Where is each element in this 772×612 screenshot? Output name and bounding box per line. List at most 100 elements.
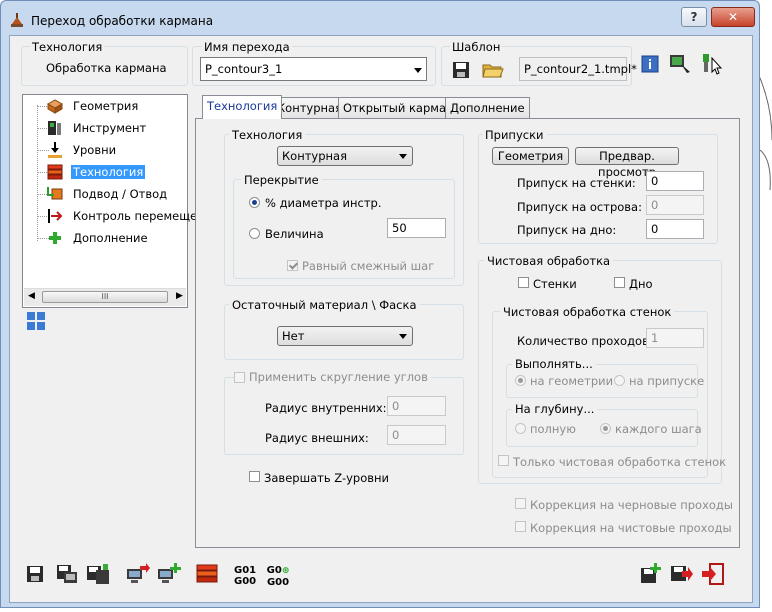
operation-name-value: P_contour3_1 xyxy=(205,62,283,76)
depth-title: На глубину... xyxy=(512,402,598,416)
tab-open-pocket[interactable]: Открытый карман xyxy=(338,97,459,118)
rough-correction-label: Коррекция на черновые проходы xyxy=(530,498,733,512)
depth-full-radio[interactable] xyxy=(515,423,526,434)
tree-item-label: Дополнение xyxy=(73,231,148,245)
depth-each-step-radio[interactable] xyxy=(600,423,611,434)
tab-technology[interactable]: Технология xyxy=(202,95,283,119)
operation-name-label: Имя перехода xyxy=(202,40,292,54)
levels-icon xyxy=(48,142,62,158)
tree-horizontal-scrollbar[interactable]: ◀ III ▶ xyxy=(24,288,186,306)
finish-walls-checkbox[interactable] xyxy=(518,277,529,288)
strategy-select[interactable]: Контурная xyxy=(277,146,413,166)
finish-correction-checkbox[interactable] xyxy=(515,521,526,532)
finish-walls-label: Стенки xyxy=(533,277,577,291)
rough-correction-checkbox[interactable] xyxy=(515,498,526,509)
finish-floor-checkbox[interactable] xyxy=(614,277,625,288)
window-title: Переход обработки кармана xyxy=(31,14,214,28)
operation-name-combo[interactable]: P_contour3_1 xyxy=(200,57,427,81)
title-bar: Переход обработки кармана ? ✕ xyxy=(1,1,759,35)
overlap-value-input[interactable]: 50 xyxy=(387,218,446,238)
floor-allowance-label: Припуск на дно: xyxy=(517,223,617,237)
exit-icon[interactable] xyxy=(701,563,725,585)
equal-step-checkbox[interactable] xyxy=(287,260,298,271)
scroll-right-icon[interactable]: ▶ xyxy=(176,291,183,301)
g01-g00-button[interactable]: G01 G00 xyxy=(234,565,256,587)
app-icon xyxy=(11,13,23,27)
perform-on-geometry-label: на геометрии xyxy=(530,374,614,388)
geometry-button[interactable]: Геометрия xyxy=(492,147,569,165)
outer-radius-input[interactable]: 0 xyxy=(387,425,446,445)
save-as-icon[interactable] xyxy=(56,564,78,584)
finish-z-levels-checkbox[interactable] xyxy=(249,471,260,482)
close-button[interactable]: ✕ xyxy=(711,7,755,27)
island-allowance-input[interactable]: 0 xyxy=(646,195,704,215)
save-new-icon[interactable] xyxy=(640,563,662,585)
overlap-title: Перекрытие xyxy=(241,173,322,187)
chevron-down-icon xyxy=(399,154,407,159)
finish-correction-label: Коррекция на чистовые проходы xyxy=(530,521,732,535)
tree-item-label: Технология xyxy=(71,165,146,179)
tree-item-label: Контроль перемеще xyxy=(73,209,198,223)
corner-rounding-checkbox[interactable] xyxy=(234,372,245,383)
technology-label: Технология xyxy=(30,40,105,54)
tab-addition[interactable]: Дополнение xyxy=(445,97,530,118)
template-name-field: P_contour2_1.tmpl* xyxy=(519,57,637,81)
overlap-value-label: Величина xyxy=(265,227,324,241)
add-operation-icon[interactable] xyxy=(157,563,181,585)
help-button[interactable]: ? xyxy=(681,7,707,27)
only-wall-finish-checkbox[interactable] xyxy=(498,455,509,466)
tab-contour[interactable]: Контурная xyxy=(272,97,348,118)
preview-button[interactable]: Предвар. просмотр xyxy=(575,147,679,179)
perform-title: Выполнять... xyxy=(512,357,596,371)
g0-label: G0 xyxy=(266,565,282,576)
only-wall-finish-label: Только чистовая обработка стенок xyxy=(513,455,727,469)
tree-item-label: Уровни xyxy=(73,143,117,157)
technology-icon xyxy=(47,164,63,180)
corner-rounding-title: Применить скругление углов xyxy=(246,370,431,384)
inner-radius-label: Радиус внутренних: xyxy=(265,401,387,415)
tree-item-label: Геометрия xyxy=(73,99,139,113)
save-icon[interactable] xyxy=(26,565,44,583)
chevron-down-icon xyxy=(414,68,422,73)
geometry-icon xyxy=(47,99,63,114)
wall-allowance-input[interactable]: 0 xyxy=(646,171,704,191)
equal-step-label: Равный смежный шаг xyxy=(302,259,435,273)
tree-item-label: Подвод / Отвод xyxy=(73,187,168,201)
g0-g00-button[interactable]: G0⊕ G00 xyxy=(266,565,290,588)
save-to-library-icon[interactable] xyxy=(86,563,110,585)
scroll-left-icon[interactable]: ◀ xyxy=(28,291,35,301)
wall-finish-title: Чистовая обработка стенок xyxy=(500,305,675,319)
depth-full-label: полную xyxy=(530,422,576,436)
save-template-icon[interactable] xyxy=(452,61,470,79)
passes-input[interactable]: 1 xyxy=(646,328,704,348)
g00-label-2: G00 xyxy=(266,577,290,588)
select-cursor-icon[interactable] xyxy=(700,52,726,76)
remaining-material-select[interactable]: Нет xyxy=(277,326,413,346)
tech-group-title: Технология xyxy=(229,128,306,142)
scroll-thumb[interactable]: III xyxy=(42,291,168,303)
tool-database-icon[interactable] xyxy=(669,52,691,74)
technology-layers-icon[interactable] xyxy=(195,563,219,585)
layout-grid-icon[interactable] xyxy=(26,311,46,331)
g00-label: G00 xyxy=(234,576,257,587)
motion-control-icon xyxy=(48,209,63,223)
perform-on-allowance-radio[interactable] xyxy=(614,375,625,386)
tree-item-label: Инструмент xyxy=(73,121,147,135)
floor-allowance-input[interactable]: 0 xyxy=(646,219,704,239)
plus-icon xyxy=(49,232,61,244)
info-icon[interactable] xyxy=(641,55,659,73)
strategy-value: Контурная xyxy=(282,149,348,163)
navigation-tree: Геометрия Инструмент Уровни Технология П… xyxy=(22,94,197,308)
g01-label: G01 xyxy=(234,565,257,576)
overlap-value-radio[interactable] xyxy=(249,228,260,239)
export-operation-icon[interactable] xyxy=(126,563,150,585)
allowances-title: Припуски xyxy=(482,128,547,142)
finishing-title: Чистовая обработка xyxy=(484,254,614,268)
finish-floor-label: Дно xyxy=(629,277,653,291)
open-template-icon[interactable] xyxy=(482,60,504,80)
perform-on-geometry-radio[interactable] xyxy=(515,375,526,386)
lead-in-out-icon xyxy=(47,187,63,200)
inner-radius-input[interactable]: 0 xyxy=(387,396,446,416)
save-and-close-icon[interactable] xyxy=(670,563,694,585)
overlap-percent-radio[interactable] xyxy=(249,197,260,208)
